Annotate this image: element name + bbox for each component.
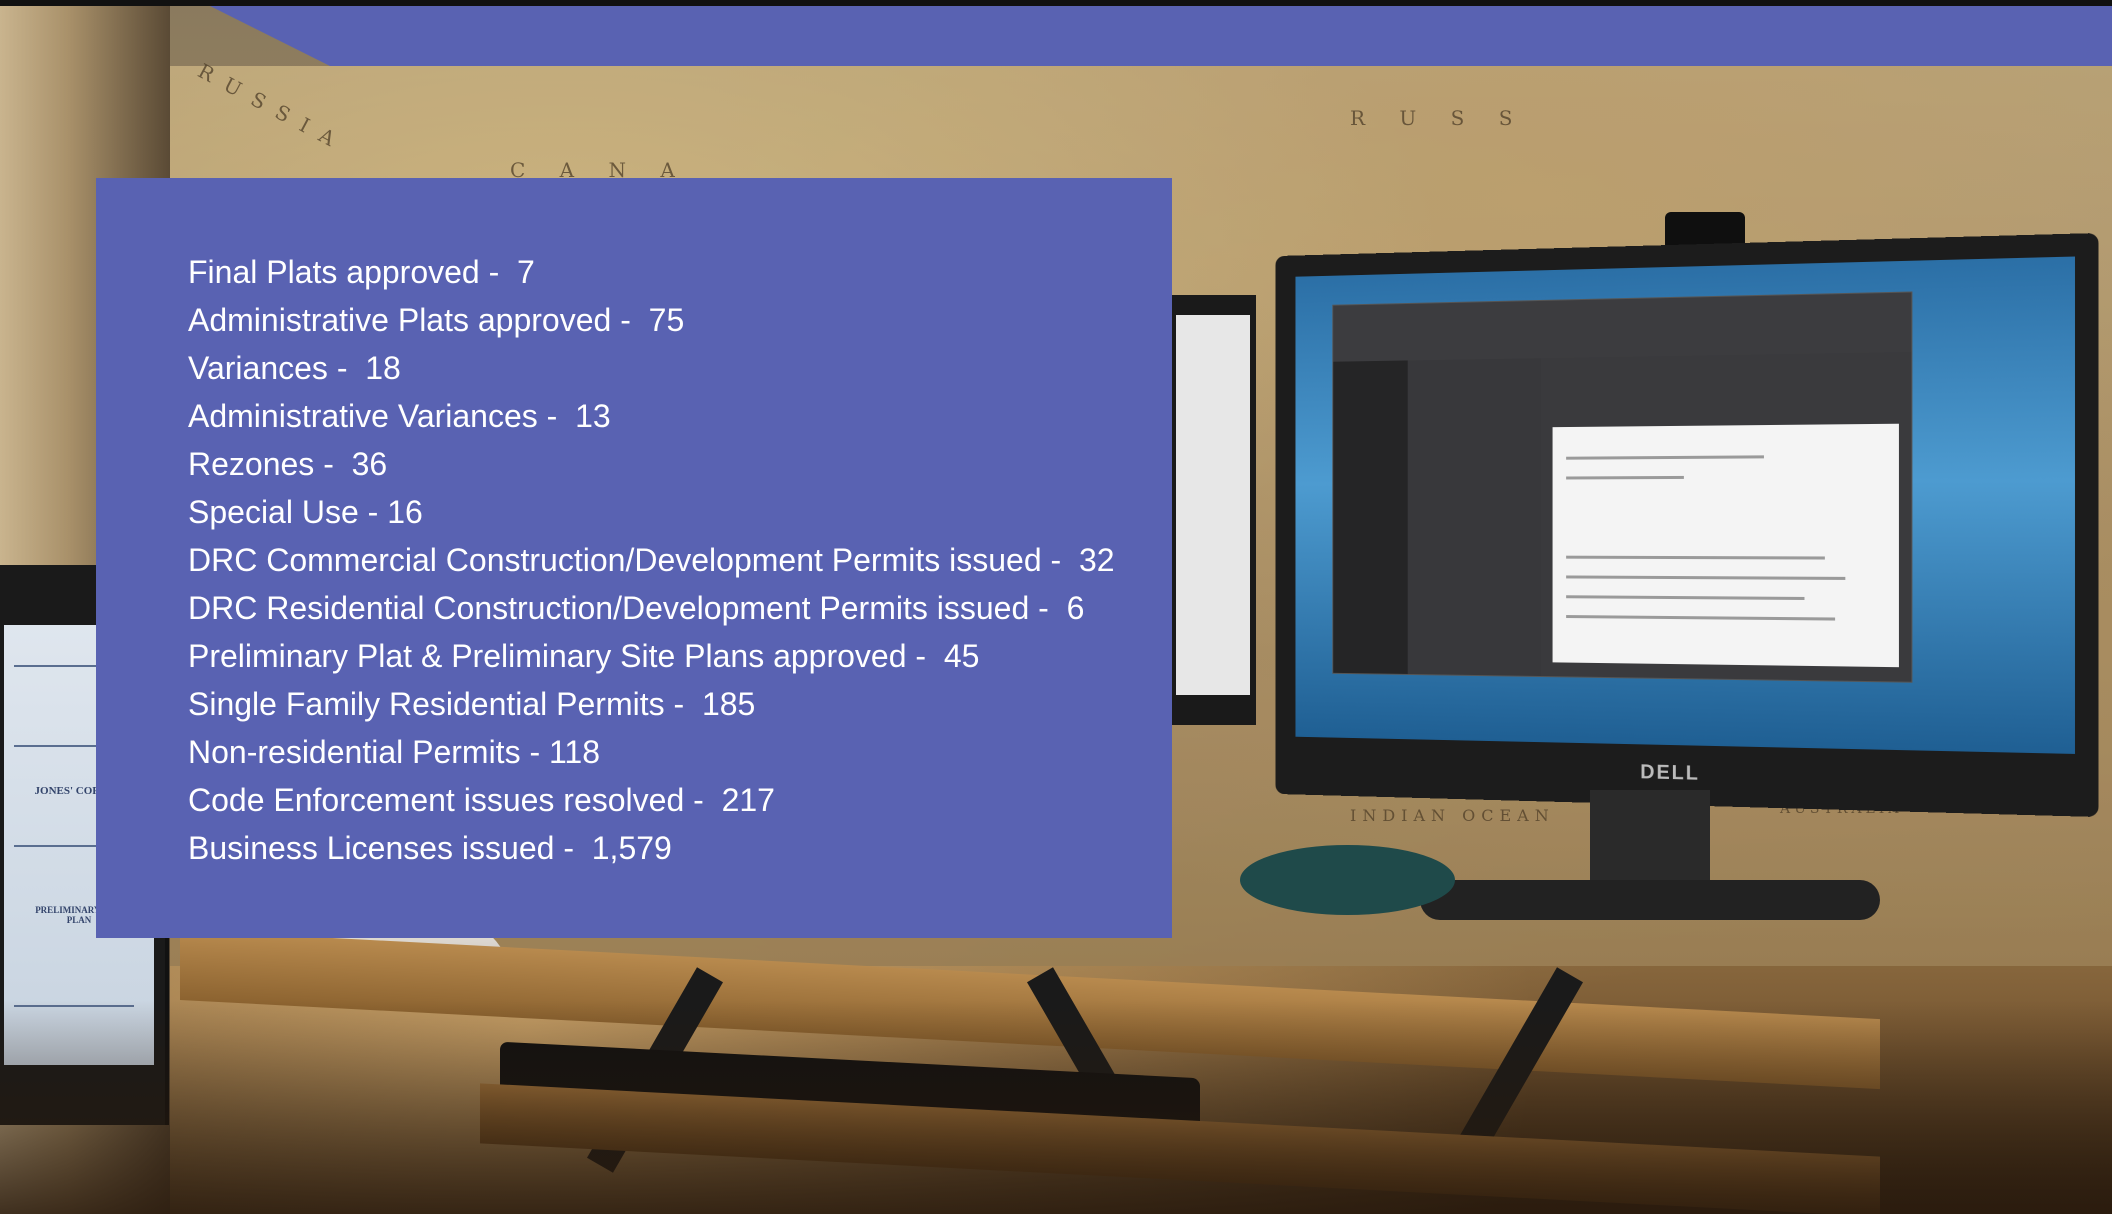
desk-puck [1240,845,1455,915]
email-app-reading-pane [1541,352,1911,682]
stat-drc-residential-permits: DRC Residential Construction/Development… [188,584,1115,632]
text-line [1566,476,1684,480]
middle-monitor [1168,295,1256,725]
map-label-indian-ocean: INDIAN OCEAN [1350,806,1555,825]
stat-non-residential-permits: Non-residential Permits - 118 [188,728,1115,776]
stat-final-plats: Final Plats approved - 7 [188,248,1115,296]
stats-panel: Final Plats approved - 7 Administrative … [96,178,1172,938]
stat-business-licenses: Business Licenses issued - 1,579 [188,824,1115,872]
text-line [1566,615,1835,621]
email-app-folder-pane [1333,360,1408,674]
main-monitor-screen [1295,257,2075,754]
text-line [1566,575,1845,579]
top-banner-slant [210,6,330,66]
email-app-message-list [1408,358,1541,676]
monitor-base [1420,880,1880,920]
stats-list: Final Plats approved - 7 Administrative … [188,248,1115,872]
stat-administrative-variances: Administrative Variances - 13 [188,392,1115,440]
text-line [1566,455,1764,459]
stat-variances: Variances - 18 [188,344,1115,392]
middle-monitor-screen [1176,315,1250,695]
floor-shadow [0,1000,2112,1214]
stat-single-family-permits: Single Family Residential Permits - 185 [188,680,1115,728]
map-label-russ: R U S S [1350,106,1526,130]
top-banner [330,6,2112,66]
stat-drc-commercial-permits: DRC Commercial Construction/Development … [188,536,1115,584]
stat-preliminary-plats-site-plans: Preliminary Plat & Preliminary Site Plan… [188,632,1115,680]
email-message-body [1553,424,1899,667]
text-line [1566,595,1804,600]
stat-rezones: Rezones - 36 [188,440,1115,488]
email-app-window [1332,291,1912,682]
stat-special-use: Special Use - 16 [188,488,1115,536]
text-line [1566,556,1825,560]
stat-administrative-plats: Administrative Plats approved - 75 [188,296,1115,344]
stat-code-enforcement: Code Enforcement issues resolved - 217 [188,776,1115,824]
main-monitor: DELL [1275,233,2098,817]
map-label-russia: RUSSIA [194,59,351,158]
email-app-ribbon [1333,292,1911,361]
monitor-brand-logo: DELL [1640,761,1700,785]
